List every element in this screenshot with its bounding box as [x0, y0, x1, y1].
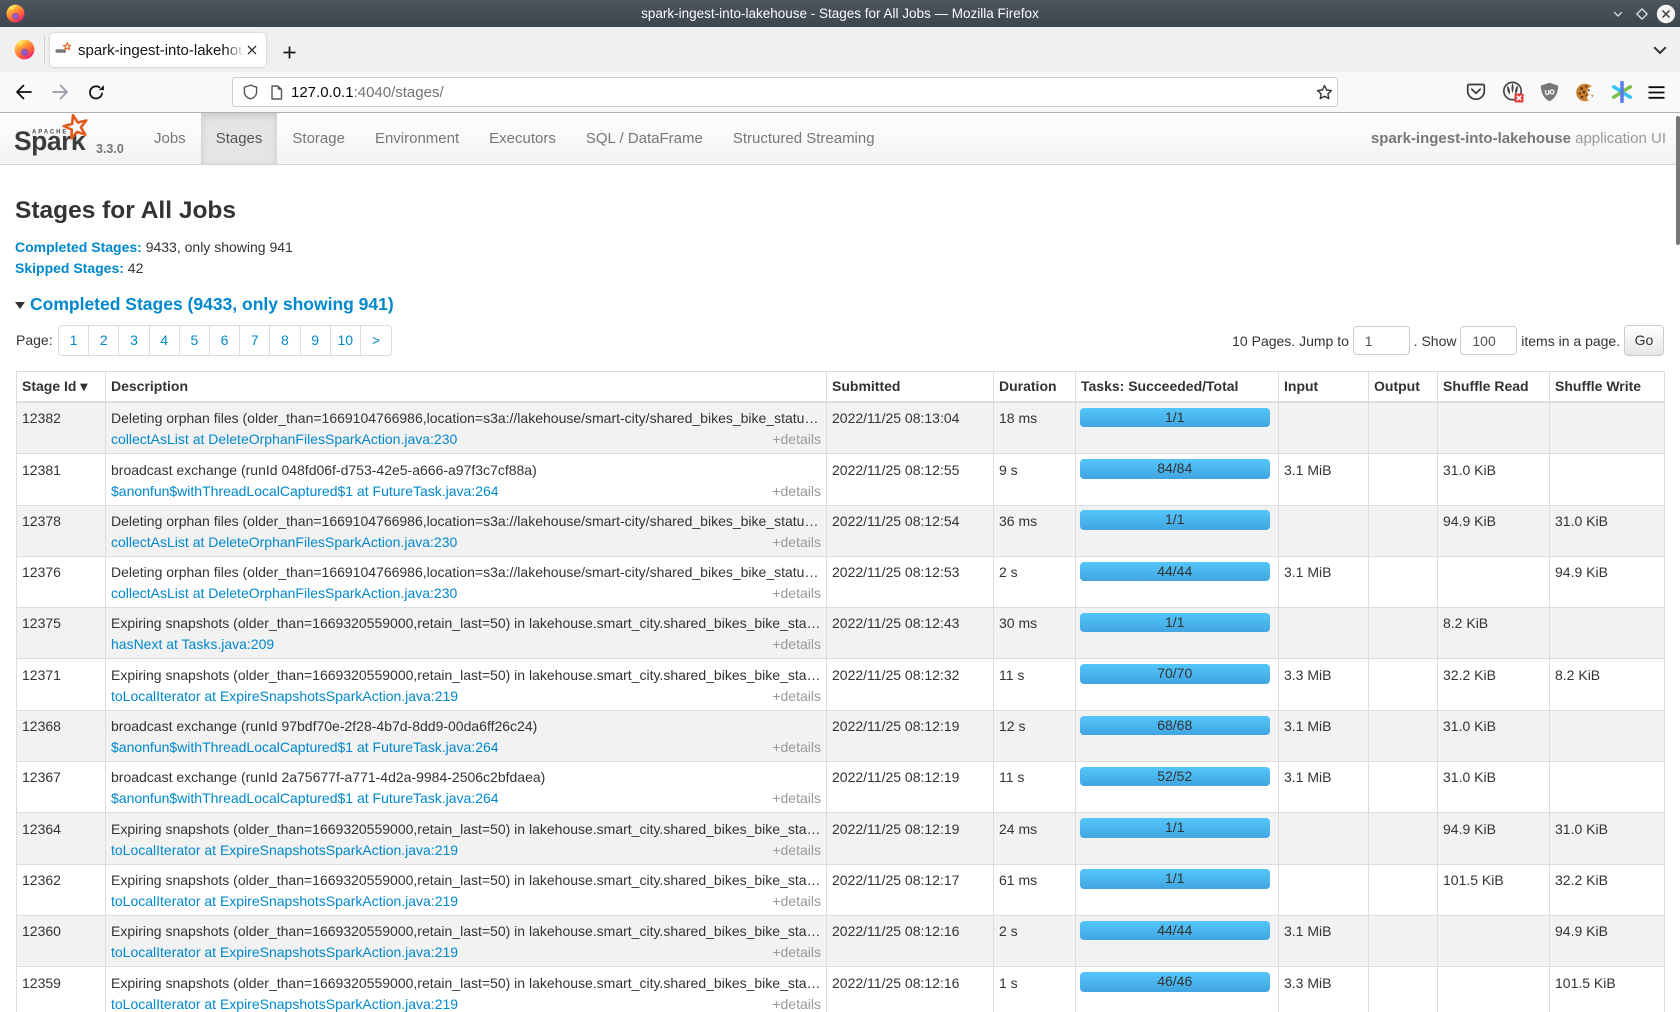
svg-text:APACHE: APACHE — [32, 130, 68, 136]
